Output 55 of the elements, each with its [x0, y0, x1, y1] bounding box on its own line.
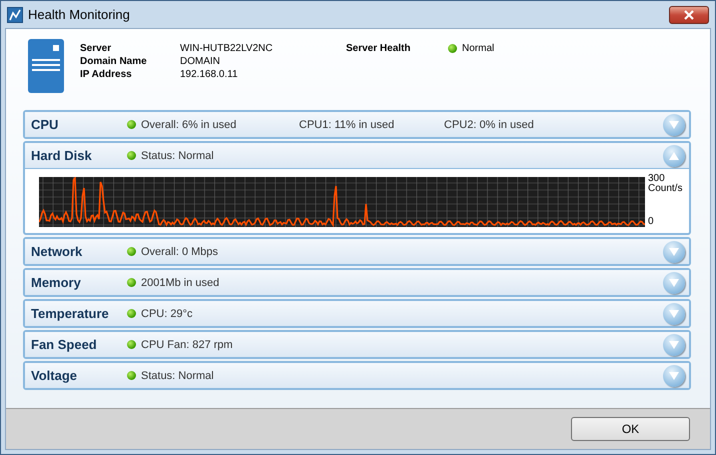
status-dot	[127, 340, 136, 349]
status-dot	[127, 247, 136, 256]
reading-text: CPU: 29°c	[141, 308, 192, 320]
close-button[interactable]	[669, 6, 709, 24]
section-title: Memory	[31, 275, 82, 290]
server-icon	[28, 39, 64, 93]
field-value: 192.168.0.11	[180, 69, 239, 80]
reading-text: Overall: 0 Mbps	[141, 246, 218, 258]
section-title: Voltage	[31, 368, 78, 383]
field-label: IP Address	[80, 69, 133, 80]
section-title: Network	[31, 244, 84, 259]
section-title: Hard Disk	[31, 148, 93, 163]
collapse-button[interactable]	[663, 144, 685, 166]
status-dot	[127, 371, 136, 380]
app-icon	[7, 6, 23, 22]
expand-button[interactable]	[663, 334, 685, 356]
down-triangle-icon	[668, 308, 680, 318]
axis-unit: Count/s	[648, 184, 682, 194]
window-title: Health Monitoring	[28, 7, 131, 22]
down-triangle-icon	[668, 340, 680, 350]
status-dot	[127, 120, 136, 129]
axis-label: 300	[648, 174, 665, 184]
field-label: Server	[80, 43, 112, 54]
expand-button[interactable]	[663, 364, 685, 386]
expand-button[interactable]	[663, 114, 685, 136]
section-title: Temperature	[31, 306, 110, 321]
section-title: Fan Speed	[31, 337, 98, 352]
reading-text: CPU Fan: 827 rpm	[141, 338, 233, 350]
reading-text: Status: Normal	[141, 370, 214, 382]
up-triangle-icon	[668, 150, 680, 160]
down-triangle-icon	[668, 120, 680, 130]
status-dot	[127, 309, 136, 318]
reading-text: CPU2: 0% in used	[444, 118, 534, 130]
down-triangle-icon	[668, 246, 680, 256]
expand-button[interactable]	[663, 240, 685, 262]
reading-text: Status: Normal	[141, 150, 214, 162]
down-triangle-icon	[668, 370, 680, 380]
ok-button[interactable]: OK	[571, 417, 690, 441]
expand-button[interactable]	[663, 302, 685, 324]
field-value: WIN-HUTB22LV2NC	[180, 43, 274, 54]
field-value: Normal	[462, 43, 494, 54]
close-icon	[683, 10, 695, 20]
field-label: Server Health	[346, 43, 412, 54]
reading-text: 2001Mb in used	[141, 276, 220, 288]
field-label: Domain Name	[80, 56, 148, 67]
status-dot	[127, 278, 136, 287]
reading-text: CPU1: 11% in used	[299, 118, 394, 130]
down-triangle-icon	[668, 278, 680, 288]
status-dot	[448, 44, 457, 53]
expand-button[interactable]	[663, 272, 685, 294]
field-value: DOMAIN	[180, 56, 221, 67]
status-dot	[127, 151, 136, 160]
reading-text: Overall: 6% in used	[141, 118, 236, 130]
axis-label: 0	[648, 217, 655, 227]
section-title: CPU	[31, 117, 60, 132]
